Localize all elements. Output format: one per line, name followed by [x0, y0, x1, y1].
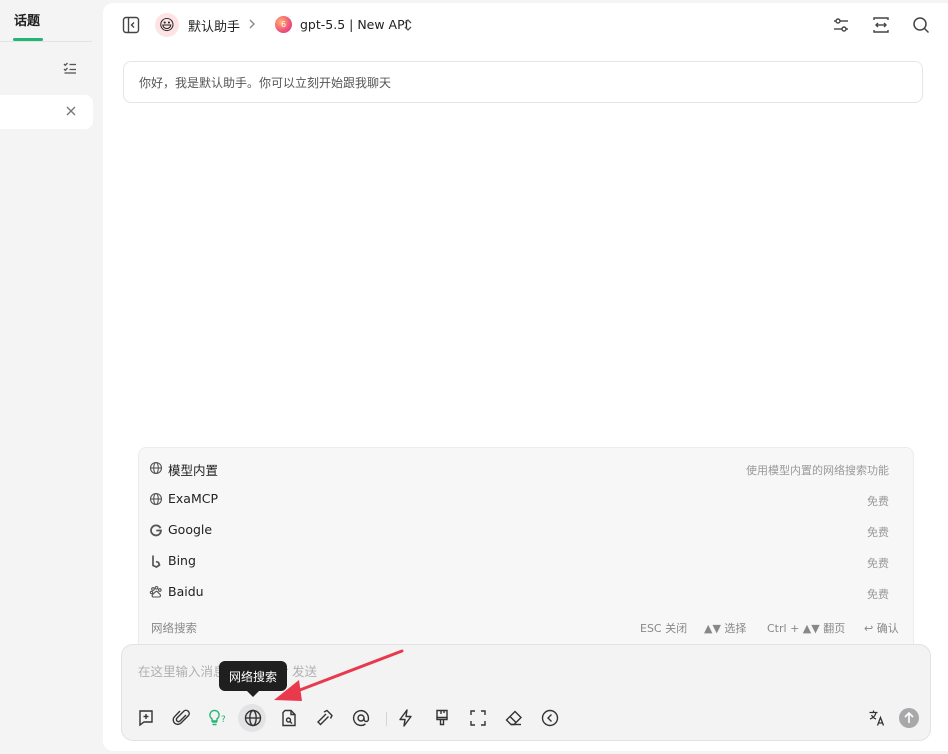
welcome-message: 你好，我是默认助手。你可以立刻开始跟我聊天	[123, 61, 923, 103]
assistant-avatar[interactable]: 😃	[155, 13, 179, 37]
svg-text:?: ?	[221, 715, 226, 725]
sidebar-divider	[0, 41, 92, 42]
sidebar: 话题	[0, 0, 103, 754]
option-label: ExaMCP	[168, 491, 219, 506]
search-option-google[interactable]: Google 免费	[139, 515, 913, 546]
option-desc: 免费	[867, 557, 889, 570]
bing-icon	[149, 554, 163, 568]
model-logo-icon: 6	[275, 16, 292, 33]
chat-main: 😃 默认助手 6 gpt-5.5 | New API 你好，我是默认助手。你可以…	[103, 3, 948, 751]
chevron-up-down-icon[interactable]	[402, 17, 414, 33]
option-label: Baidu	[168, 584, 204, 599]
toolbar-divider	[386, 712, 387, 726]
hint-select: ▲▼ 选择	[704, 622, 747, 635]
eraser-icon[interactable]	[504, 708, 524, 728]
google-icon	[149, 523, 163, 537]
lightbulb-thinking-icon[interactable]: ?	[207, 708, 227, 728]
expand-width-icon[interactable]	[871, 15, 891, 35]
chat-header: 😃 默认助手 6 gpt-5.5 | New API	[103, 3, 948, 47]
option-label: 模型内置	[168, 463, 219, 478]
search-option-builtin[interactable]: 模型内置 使用模型内置的网络搜索功能	[139, 453, 913, 484]
hint-esc: ESC 关闭	[640, 622, 688, 635]
option-desc: 免费	[867, 495, 889, 508]
topic-item[interactable]	[0, 95, 93, 129]
tooltip-arrow	[247, 691, 259, 697]
search-option-bing[interactable]: Bing 免费	[139, 546, 913, 577]
sidebar-toggle-icon[interactable]	[121, 15, 141, 35]
send-button[interactable]	[899, 708, 919, 728]
close-icon[interactable]	[64, 104, 78, 118]
collapse-left-icon[interactable]	[540, 708, 560, 728]
option-desc: 免费	[867, 588, 889, 601]
hint-page: Ctrl + ▲▼ 翻页	[767, 622, 846, 635]
settings-sliders-icon[interactable]	[831, 15, 851, 35]
globe-icon	[149, 492, 163, 506]
tab-topics[interactable]: 话题	[14, 10, 40, 29]
model-selector[interactable]: gpt-5.5 | New API	[300, 17, 408, 32]
menu-title: 网络搜索	[151, 621, 197, 635]
at-mention-icon[interactable]	[351, 708, 371, 728]
web-search-menu: 模型内置 使用模型内置的网络搜索功能 ExaMCP 免费 Google 免费 B…	[138, 447, 914, 645]
hammer-tools-icon[interactable]	[315, 708, 335, 728]
globe-icon	[149, 461, 163, 475]
new-topic-icon[interactable]	[136, 708, 156, 728]
brush-icon[interactable]	[432, 708, 452, 728]
knowledge-file-icon[interactable]	[279, 708, 299, 728]
paperclip-icon[interactable]	[172, 708, 192, 728]
globe-icon[interactable]	[243, 708, 263, 728]
search-option-baidu[interactable]: Baidu 免费	[139, 577, 913, 608]
fullscreen-icon[interactable]	[468, 708, 488, 728]
message-input-area: 在这里输入消息，按 Enter 发送 ?	[121, 644, 931, 741]
option-label: Bing	[168, 553, 196, 568]
tooltip: 网络搜索	[219, 661, 287, 691]
chevron-right-icon	[246, 16, 258, 32]
option-label: Google	[168, 522, 213, 537]
option-desc: 免费	[867, 526, 889, 539]
checklist-icon[interactable]	[62, 60, 78, 76]
menu-footer: 网络搜索 ESC 关闭 ▲▼ 选择 Ctrl + ▲▼ 翻页 ↩ 确认	[139, 613, 913, 643]
translate-icon[interactable]	[867, 708, 887, 728]
baidu-paw-icon	[149, 585, 163, 599]
assistant-name[interactable]: 默认助手	[188, 16, 240, 35]
hint-confirm: ↩ 确认	[864, 622, 899, 635]
search-option-examcp[interactable]: ExaMCP 免费	[139, 484, 913, 515]
search-icon[interactable]	[911, 15, 931, 35]
option-desc: 使用模型内置的网络搜索功能	[746, 464, 889, 477]
lightning-icon[interactable]	[396, 708, 416, 728]
